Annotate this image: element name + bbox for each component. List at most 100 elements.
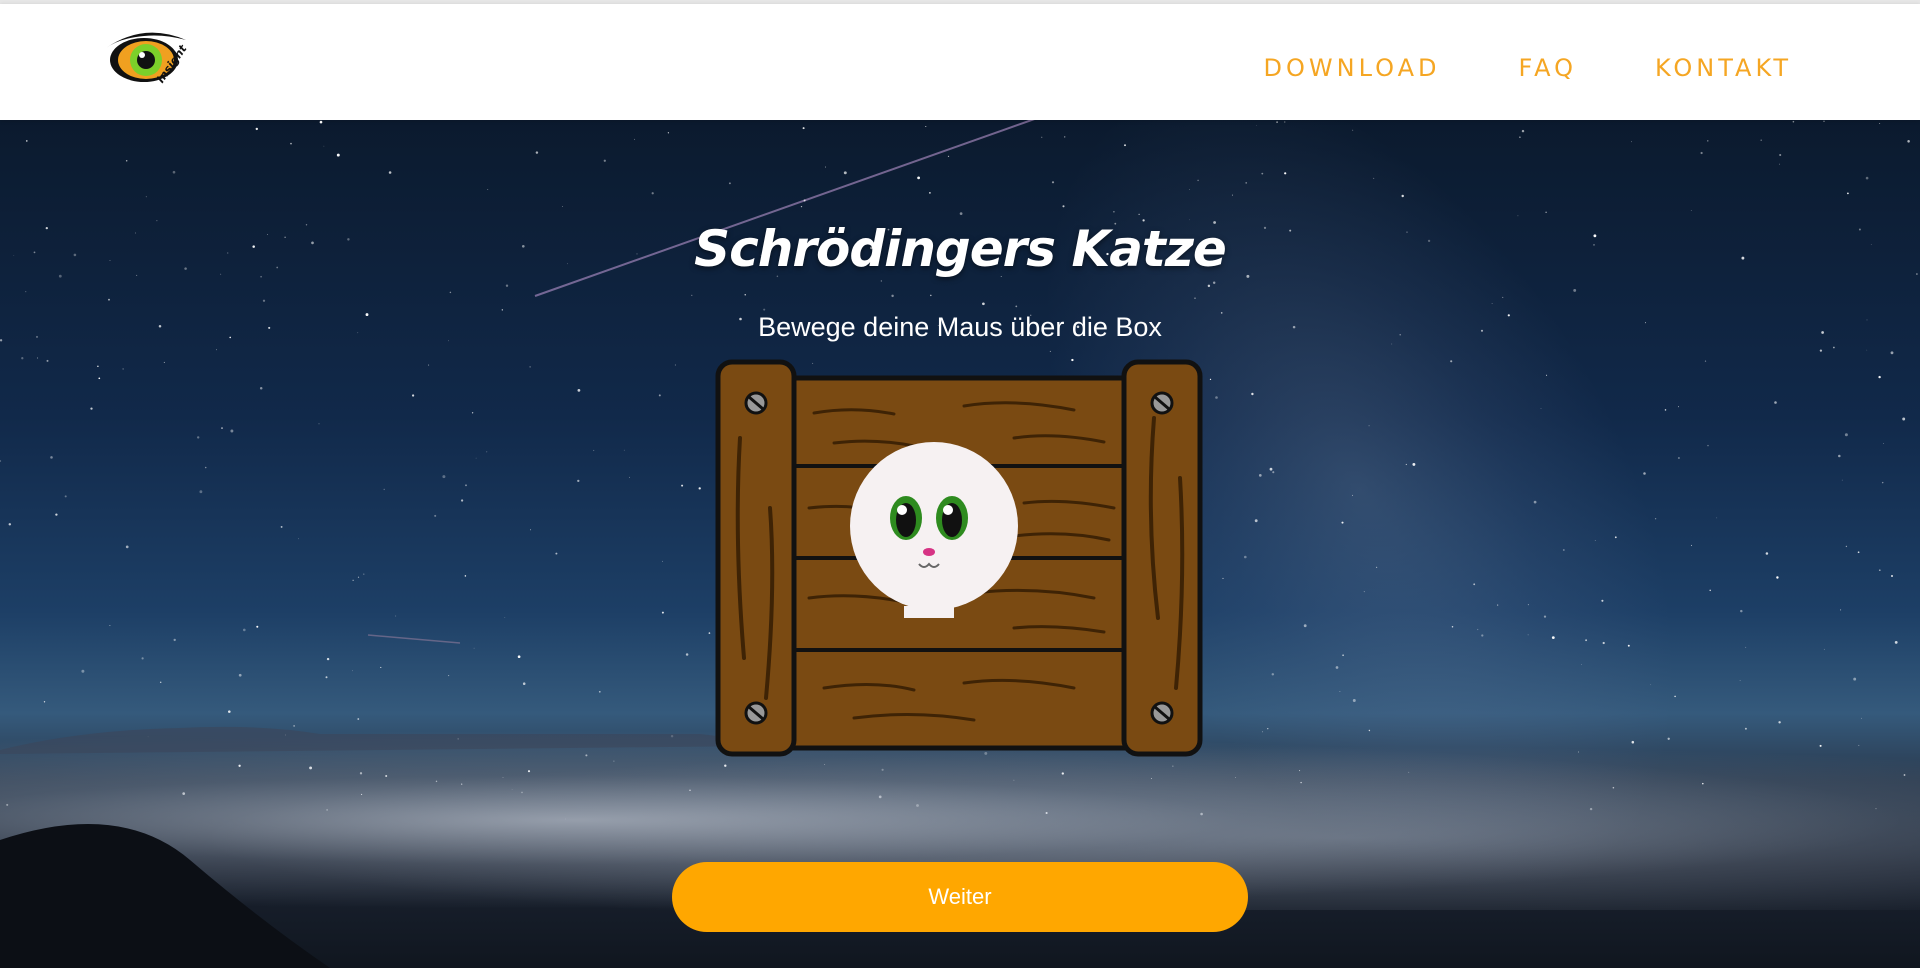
star (1838, 454, 1841, 458)
star (1861, 717, 1862, 719)
star (1650, 684, 1652, 686)
star (380, 666, 382, 668)
star (651, 192, 654, 195)
star (434, 514, 437, 517)
star (325, 676, 328, 679)
star (1412, 462, 1416, 466)
star (109, 625, 111, 627)
star (1594, 540, 1596, 541)
star (1664, 409, 1667, 411)
star (323, 145, 325, 147)
star (1707, 444, 1709, 447)
star (97, 365, 99, 368)
star (1709, 589, 1711, 592)
star (1212, 281, 1216, 285)
star (242, 628, 246, 632)
star (90, 407, 93, 410)
star (1853, 677, 1857, 681)
star (1271, 673, 1275, 676)
star (318, 423, 320, 425)
star (473, 647, 475, 649)
star (925, 126, 927, 127)
star (1015, 305, 1018, 308)
star (535, 151, 539, 154)
star (891, 294, 894, 298)
star (1113, 210, 1115, 213)
star (1254, 519, 1258, 523)
star (667, 132, 670, 134)
star (1845, 545, 1848, 548)
star (658, 394, 661, 397)
star (1276, 121, 1278, 123)
star (744, 294, 746, 296)
star (1339, 691, 1341, 693)
star (81, 669, 85, 673)
star (603, 159, 606, 162)
star (929, 192, 931, 194)
star (1272, 471, 1275, 474)
star (1890, 351, 1894, 355)
nav-download[interactable]: DOWNLOAD (1264, 54, 1441, 82)
star (802, 127, 805, 130)
star (1545, 211, 1547, 214)
star (1866, 349, 1868, 351)
star (593, 449, 595, 452)
star (199, 490, 203, 494)
star (262, 299, 266, 302)
star (1284, 121, 1286, 123)
star (55, 513, 58, 516)
wooden-box[interactable] (714, 358, 1204, 758)
star (681, 484, 684, 487)
star (442, 475, 446, 479)
star (448, 675, 450, 677)
star (598, 690, 601, 693)
star (1833, 346, 1835, 349)
star (1041, 136, 1043, 138)
star (357, 576, 360, 578)
star (1124, 144, 1126, 147)
star (259, 387, 263, 390)
star (1585, 639, 1588, 642)
star (428, 364, 430, 366)
star (728, 182, 731, 185)
star (1473, 583, 1476, 586)
star (1654, 518, 1657, 520)
star (297, 538, 299, 540)
star (1774, 401, 1777, 404)
star (1776, 576, 1779, 579)
star (1865, 176, 1869, 180)
nav-faq[interactable]: FAQ (1518, 54, 1577, 82)
star (319, 120, 323, 124)
star (959, 212, 963, 215)
star (1890, 574, 1894, 578)
star (221, 427, 223, 430)
star (1779, 163, 1780, 165)
star (1841, 479, 1843, 481)
star (1847, 192, 1849, 195)
star (383, 488, 385, 491)
star (562, 206, 563, 207)
star (1269, 467, 1273, 471)
star (125, 159, 128, 162)
star (1745, 646, 1747, 648)
nav-kontakt[interactable]: KONTAKT (1655, 54, 1792, 82)
site-header: Insight DOWNLOAD FAQ KONTAKT (0, 4, 1920, 120)
star (475, 457, 477, 459)
star (1261, 172, 1264, 175)
logo[interactable]: Insight (104, 26, 190, 102)
star (255, 127, 258, 131)
star (1209, 378, 1212, 381)
star (880, 280, 882, 282)
star (505, 284, 509, 287)
star (1792, 120, 1795, 123)
continue-button[interactable]: Weiter (672, 862, 1248, 932)
star (1677, 456, 1680, 460)
star (1562, 549, 1565, 551)
star (1527, 604, 1529, 606)
star (1517, 215, 1519, 217)
star (395, 615, 397, 617)
star (487, 189, 489, 190)
star (529, 366, 531, 368)
star (1051, 181, 1055, 184)
star (465, 484, 467, 487)
